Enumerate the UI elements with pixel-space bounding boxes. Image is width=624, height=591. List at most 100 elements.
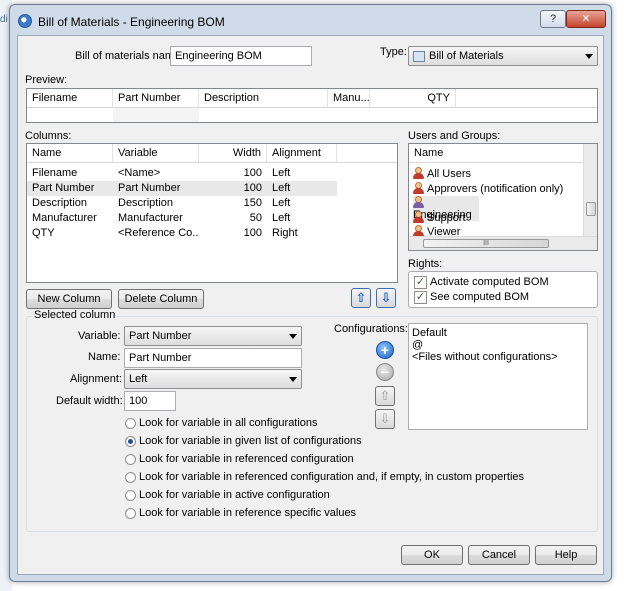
ok-button[interactable]: OK xyxy=(401,545,463,565)
type-label: Type: xyxy=(380,46,407,58)
table-row[interactable]: Filename <Name> 100 Left xyxy=(27,166,337,181)
radio-all-configurations[interactable] xyxy=(125,418,136,429)
cell-name: QTY xyxy=(32,227,55,239)
lookup-option-label: Look for variable in reference specific … xyxy=(139,507,357,519)
background-fragment: di xyxy=(0,14,8,25)
config-move-up-icon[interactable]: ⇧ xyxy=(375,386,395,406)
title-bar[interactable]: Bill of Materials - Engineering BOM ? ✕ xyxy=(10,5,611,33)
user-group-icon xyxy=(413,182,424,194)
table-row[interactable]: QTY <Reference Co... 100 Right xyxy=(27,226,337,241)
columns-header-width[interactable]: Width xyxy=(199,144,267,163)
lookup-option-label: Look for variable in all configurations xyxy=(139,417,318,429)
list-item[interactable]: Default xyxy=(412,327,447,339)
add-configuration-icon[interactable]: + xyxy=(376,341,394,359)
default-width-input[interactable]: 100 xyxy=(124,391,176,411)
scrollbar-thumb[interactable]: III xyxy=(423,239,549,248)
variable-label: Variable: xyxy=(78,330,121,342)
preview-label: Preview: xyxy=(25,74,68,86)
cell-alignment: Right xyxy=(272,227,298,239)
cell-alignment: Left xyxy=(272,167,291,179)
cell-variable: Description xyxy=(118,197,174,209)
selected-column-label: Selected column xyxy=(32,309,118,321)
list-item[interactable]: All Users xyxy=(413,167,583,180)
users-header-name[interactable]: Name xyxy=(409,144,584,163)
configurations-list[interactable]: Default @ <Files without configurations> xyxy=(408,323,588,430)
checkbox-see-computed-bom[interactable]: ✓ xyxy=(414,291,427,304)
preview-header-filename[interactable]: Filename xyxy=(27,89,113,108)
radio-active-configuration[interactable] xyxy=(125,490,136,501)
radio-referenced-configuration[interactable] xyxy=(125,454,136,465)
config-move-down-icon[interactable]: ⇩ xyxy=(375,409,395,429)
cell-variable: <Name> xyxy=(118,167,161,179)
variable-select[interactable]: Part Number xyxy=(124,326,302,346)
scrollbar-thumb[interactable] xyxy=(586,202,596,216)
chevron-down-icon xyxy=(289,334,297,339)
cell-width: 150 xyxy=(243,197,262,209)
columns-header-name[interactable]: Name xyxy=(27,144,113,163)
cell-variable: Manufacturer xyxy=(118,212,183,224)
radio-referenced-configuration-custom-properties[interactable] xyxy=(125,472,136,483)
columns-header-variable[interactable]: Variable xyxy=(113,144,199,163)
rights-label: Rights: xyxy=(408,258,443,270)
alignment-label: Alignment: xyxy=(70,373,122,385)
close-button[interactable]: ✕ xyxy=(566,10,606,28)
user-group-icon xyxy=(413,211,424,223)
preview-grid: Filename Part Number Description Manu...… xyxy=(26,88,598,123)
user-item-label: All Users xyxy=(427,168,472,180)
configurations-label: Configurations: xyxy=(334,323,408,335)
user-item-label: Support xyxy=(427,212,466,224)
default-width-label: Default width: xyxy=(56,395,123,407)
new-column-button[interactable]: New Column xyxy=(26,289,112,309)
alignment-select-value: Left xyxy=(129,373,148,385)
cell-name: Filename xyxy=(32,167,78,179)
lookup-option-label: Look for variable in referenced configur… xyxy=(139,453,354,465)
type-select-value: Bill of Materials xyxy=(429,50,504,62)
help-button[interactable]: Help xyxy=(535,545,597,565)
checkbox-activate-computed-bom[interactable]: ✓ xyxy=(414,276,427,289)
cell-name: Manufacturer xyxy=(32,212,97,224)
delete-column-button[interactable]: Delete Column xyxy=(118,289,204,309)
right-label-see: See computed BOM xyxy=(430,291,530,303)
title-help-button[interactable]: ? xyxy=(540,10,566,28)
radio-given-list-of-configurations[interactable] xyxy=(125,436,136,447)
type-select[interactable]: Bill of Materials xyxy=(408,46,598,66)
columns-header-filler xyxy=(337,144,397,163)
columns-grid[interactable]: Name Variable Width Alignment Filename <… xyxy=(26,143,398,283)
preview-header-part-number[interactable]: Part Number xyxy=(113,89,199,108)
cell-name: Description xyxy=(32,197,88,209)
bom-dialog: Bill of Materials - Engineering BOM ? ✕ … xyxy=(9,4,612,582)
variable-select-value: Part Number xyxy=(129,330,192,342)
list-item[interactable]: @ xyxy=(412,339,423,351)
list-item[interactable]: Support xyxy=(413,211,583,224)
preview-header-qty[interactable]: QTY xyxy=(370,89,456,108)
move-down-arrow-icon[interactable]: ⇩ xyxy=(376,288,396,308)
lookup-option-label: Look for variable in given list of confi… xyxy=(139,435,362,447)
preview-header-manufacturer[interactable]: Manu... xyxy=(328,89,370,108)
bom-name-input[interactable]: Engineering BOM xyxy=(170,46,312,66)
move-up-arrow-icon[interactable]: ⇧ xyxy=(351,288,371,308)
window-title: Bill of Materials - Engineering BOM xyxy=(38,15,225,29)
users-groups-list[interactable]: Name All Users Approvers (notification o… xyxy=(408,143,598,251)
radio-reference-specific-values[interactable] xyxy=(125,508,136,519)
app-icon xyxy=(18,14,32,28)
users-horizontal-scrollbar[interactable]: III xyxy=(409,236,597,250)
lookup-option-label: Look for variable in referenced configur… xyxy=(139,471,524,483)
list-item[interactable]: <Files without configurations> xyxy=(412,351,558,363)
chevron-down-icon xyxy=(289,377,297,382)
cell-width: 100 xyxy=(243,227,262,239)
cancel-button[interactable]: Cancel xyxy=(468,545,530,565)
name-input[interactable]: Part Number xyxy=(124,348,302,368)
remove-configuration-icon[interactable]: − xyxy=(376,363,394,381)
table-row[interactable]: Manufacturer Manufacturer 50 Left xyxy=(27,211,337,226)
table-row[interactable]: Description Description 150 Left xyxy=(27,196,337,211)
alignment-select[interactable]: Left xyxy=(124,369,302,389)
chevron-down-icon xyxy=(585,54,593,59)
table-row-selected[interactable]: Part Number Part Number 100 Left xyxy=(27,181,337,196)
cell-name: Part Number xyxy=(32,182,95,194)
users-vertical-scrollbar[interactable] xyxy=(583,144,597,236)
columns-header-alignment[interactable]: Alignment xyxy=(267,144,337,163)
list-item[interactable]: Approvers (notification only) xyxy=(413,182,583,195)
preview-empty-row xyxy=(113,108,199,122)
preview-header-filler xyxy=(456,89,597,108)
preview-header-description[interactable]: Description xyxy=(199,89,328,108)
